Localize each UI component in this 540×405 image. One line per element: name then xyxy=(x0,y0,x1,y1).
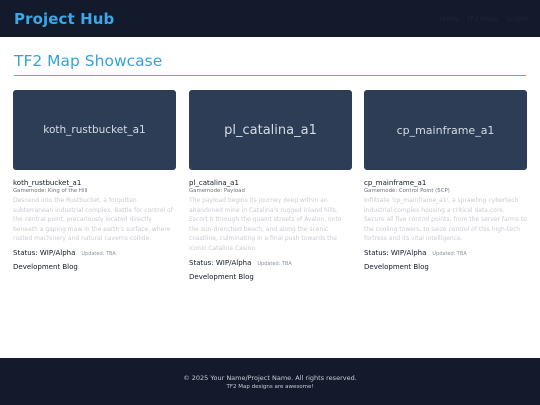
status-row: Status: WIP/Alpha Updated: TBA xyxy=(189,259,352,267)
map-updated: Updated: TBA xyxy=(432,250,467,257)
map-name: koth_rustbucket_a1 xyxy=(13,179,82,187)
map-gamemode: Gamemode: Control Point (5CP) xyxy=(364,188,450,194)
thumbnail-label: koth_rustbucket_a1 xyxy=(43,124,146,136)
map-gamemode: Gamemode: Payload xyxy=(189,188,245,194)
thumbnail-label: pl_catalina_a1 xyxy=(224,122,317,138)
map-name: pl_catalina_a1 xyxy=(189,179,239,187)
page-title: TF2 Map Showcase xyxy=(14,52,163,70)
site-header: Project Hub Home TF2 Maps Scripts xyxy=(0,0,540,37)
development-blog-link[interactable]: Development Blog xyxy=(364,263,527,271)
main-nav: Home TF2 Maps Scripts xyxy=(440,15,528,23)
development-blog-link[interactable]: Development Blog xyxy=(13,263,176,271)
map-card: pl_catalina_a1 pl_catalina_a1 Gamemode: … xyxy=(189,90,352,281)
map-gamemode: Gamemode: King of the Hill xyxy=(13,188,88,194)
map-description: Infiltrate 'cp_mainframe_a1', a sprawlin… xyxy=(364,197,527,243)
thumbnail-label: cp_mainframe_a1 xyxy=(396,123,495,137)
map-thumbnail[interactable]: pl_catalina_a1 xyxy=(189,90,352,170)
map-updated: Updated: TBA xyxy=(257,260,292,267)
map-description: Descend into the Rustbucket, a forgotten… xyxy=(13,197,173,243)
footer-tagline: TF2 Map designs are awesome! xyxy=(226,384,314,390)
nav-tf2-maps-link[interactable]: TF2 Maps xyxy=(467,15,498,23)
map-description: The payload begins its journey deep with… xyxy=(189,197,342,252)
nav-scripts-link[interactable]: Scripts xyxy=(506,15,528,23)
map-thumbnail[interactable]: cp_mainframe_a1 xyxy=(364,90,527,170)
development-blog-link[interactable]: Development Blog xyxy=(189,273,352,281)
map-card: cp_mainframe_a1 cp_mainframe_a1 Gamemode… xyxy=(364,90,527,271)
brand-logo[interactable]: Project Hub xyxy=(14,10,114,28)
map-status: Status: WIP/Alpha xyxy=(189,258,252,267)
status-row: Status: WIP/Alpha Updated: TBA xyxy=(13,249,176,257)
status-row: Status: WIP/Alpha Updated: TBA xyxy=(364,249,527,257)
footer-copyright: © 2025 Your Name/Project Name. All right… xyxy=(183,374,357,382)
site-footer: © 2025 Your Name/Project Name. All right… xyxy=(0,358,540,405)
map-status: Status: WIP/Alpha xyxy=(13,248,76,257)
map-updated: Updated: TBA xyxy=(81,250,116,257)
map-thumbnail[interactable]: koth_rustbucket_a1 xyxy=(13,90,176,170)
map-status: Status: WIP/Alpha xyxy=(364,248,427,257)
title-divider xyxy=(14,75,526,76)
map-name: cp_mainframe_a1 xyxy=(364,179,427,187)
map-card: koth_rustbucket_a1 koth_rustbucket_a1 Ga… xyxy=(13,90,176,271)
nav-home-link[interactable]: Home xyxy=(440,15,459,23)
